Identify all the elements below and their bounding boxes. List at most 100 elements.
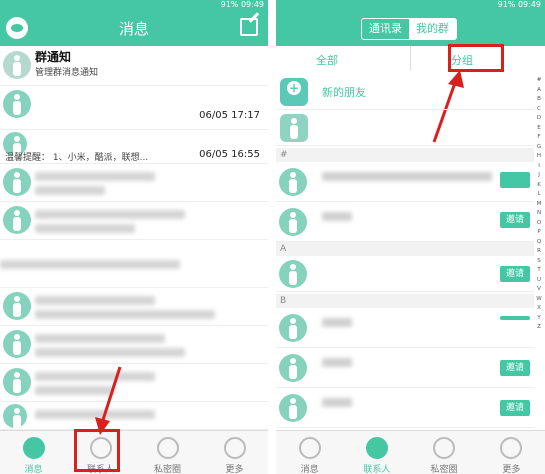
- avatar: [3, 330, 31, 358]
- conversation-preview: 管理群消息通知: [35, 68, 99, 78]
- index-letter[interactable]: O: [535, 219, 543, 229]
- index-letter[interactable]: R: [535, 247, 543, 257]
- index-letter[interactable]: P: [535, 228, 543, 238]
- invite-button[interactable]: 邀请: [500, 212, 530, 228]
- segment-contacts[interactable]: 通讯录: [362, 19, 409, 39]
- blurred-preview: [35, 186, 105, 195]
- tab-label: 更多: [225, 465, 244, 474]
- conversation-group-notice[interactable]: 群通知 管理群消息通知: [0, 46, 268, 86]
- index-letter[interactable]: S: [535, 257, 543, 267]
- bottom-tab-bar: 消息 联系人 私密圈 更多: [276, 430, 545, 474]
- conversation-row[interactable]: 温馨提醒： 1、小米，酷派，联想... 06/05 16:55: [0, 130, 268, 164]
- new-friend-row[interactable]: 新的朋友: [276, 74, 534, 110]
- contact-row[interactable]: [276, 162, 534, 202]
- more-dots-icon: [223, 437, 246, 459]
- index-letter[interactable]: K: [535, 181, 543, 191]
- blurred-name: [322, 398, 352, 407]
- contact-row[interactable]: 邀请: [276, 202, 534, 242]
- avatar: [3, 206, 31, 234]
- blurred-name: [35, 334, 165, 343]
- invite-button[interactable]: [500, 316, 530, 320]
- avatar: [279, 260, 307, 288]
- index-letter[interactable]: Z: [535, 323, 543, 333]
- blurred-name: [35, 210, 185, 219]
- invite-button[interactable]: 邀请: [500, 400, 530, 416]
- header: 通讯录 我的群: [276, 10, 545, 46]
- tab-contacts[interactable]: 联系人: [343, 431, 410, 474]
- index-letter[interactable]: U: [535, 276, 543, 286]
- compose-icon[interactable]: [240, 18, 258, 36]
- index-letter[interactable]: C: [535, 105, 543, 115]
- invite-button[interactable]: 邀请: [500, 360, 530, 376]
- conversation-row[interactable]: [0, 326, 268, 364]
- alphabet-index[interactable]: # A B C D E F G H I J K L M N O P Q R S T U V W X Y Z: [535, 76, 543, 333]
- index-letter[interactable]: W: [535, 295, 543, 305]
- tab-more[interactable]: 更多: [478, 431, 545, 474]
- index-letter[interactable]: D: [535, 114, 543, 124]
- index-letter[interactable]: X: [535, 304, 543, 314]
- conversation-row[interactable]: 06/05 17:17: [0, 86, 268, 130]
- conversation-row[interactable]: [0, 202, 268, 240]
- annotation-highlight-box: [74, 429, 120, 472]
- index-letter[interactable]: Y: [535, 314, 543, 324]
- conversation-time: 06/05 16:55: [199, 149, 260, 160]
- blurred-preview: [35, 310, 215, 319]
- index-letter[interactable]: J: [535, 171, 543, 181]
- contact-row[interactable]: 邀请: [276, 348, 534, 388]
- contact-row[interactable]: [276, 308, 534, 348]
- annotation-arrow: [95, 366, 122, 435]
- tab-label: 私密圈: [153, 465, 181, 474]
- index-letter[interactable]: T: [535, 266, 543, 276]
- group-icon: [280, 114, 308, 142]
- tab-label: 联系人: [363, 465, 391, 474]
- blurred-preview: [35, 224, 135, 233]
- tab-label: 消息: [300, 465, 319, 474]
- conversation-row[interactable]: [0, 364, 268, 402]
- contact-row[interactable]: 邀请: [276, 256, 534, 292]
- chat-bubble-icon: [22, 437, 45, 459]
- section-header: A: [276, 242, 534, 256]
- eye-icon: [433, 437, 456, 459]
- messages-screen: 91% 09:49 消息 群通知 管理群消息通知 06/05 17:17 温馨提…: [0, 0, 268, 474]
- avatar: [279, 354, 307, 382]
- contact-row[interactable]: 邀请: [276, 388, 534, 428]
- segment-my-groups[interactable]: 我的群: [409, 19, 456, 39]
- index-letter[interactable]: I: [535, 162, 543, 172]
- tab-label: 消息: [24, 465, 43, 474]
- filter-bar: 全部 分组: [276, 46, 545, 72]
- invite-button[interactable]: [500, 172, 530, 188]
- index-letter[interactable]: G: [535, 143, 543, 153]
- tab-private-circle[interactable]: 私密圈: [411, 431, 478, 474]
- conversation-row[interactable]: [0, 164, 268, 202]
- invite-button[interactable]: 邀请: [500, 266, 530, 282]
- status-bar: 91% 09:49: [0, 0, 268, 10]
- index-letter[interactable]: #: [535, 76, 543, 86]
- blurred-name: [322, 358, 352, 367]
- chat-bubble-icon: [298, 437, 321, 459]
- bottom-tab-bar: 消息 联系人 私密圈 更多: [0, 430, 268, 474]
- index-letter[interactable]: E: [535, 124, 543, 134]
- tab-messages[interactable]: 消息: [0, 431, 67, 474]
- filter-all[interactable]: 全部: [316, 52, 338, 68]
- group-chat-row[interactable]: [276, 110, 534, 146]
- index-letter[interactable]: F: [535, 133, 543, 143]
- index-letter[interactable]: V: [535, 285, 543, 295]
- avatar: [279, 168, 307, 196]
- index-letter[interactable]: Q: [535, 238, 543, 248]
- eye-icon: [156, 437, 179, 459]
- index-letter[interactable]: H: [535, 152, 543, 162]
- blurred-name: [35, 296, 155, 305]
- index-letter[interactable]: B: [535, 95, 543, 105]
- divider: [410, 46, 411, 70]
- group-avatar: [3, 51, 31, 79]
- index-letter[interactable]: A: [535, 86, 543, 96]
- tab-private-circle[interactable]: 私密圈: [134, 431, 201, 474]
- index-letter[interactable]: N: [535, 209, 543, 219]
- index-letter[interactable]: L: [535, 190, 543, 200]
- conversation-row[interactable]: [0, 288, 268, 326]
- conversation-row[interactable]: [0, 240, 268, 288]
- index-letter[interactable]: M: [535, 200, 543, 210]
- tab-messages[interactable]: 消息: [276, 431, 343, 474]
- conversation-row[interactable]: [0, 402, 268, 430]
- tab-more[interactable]: 更多: [201, 431, 268, 474]
